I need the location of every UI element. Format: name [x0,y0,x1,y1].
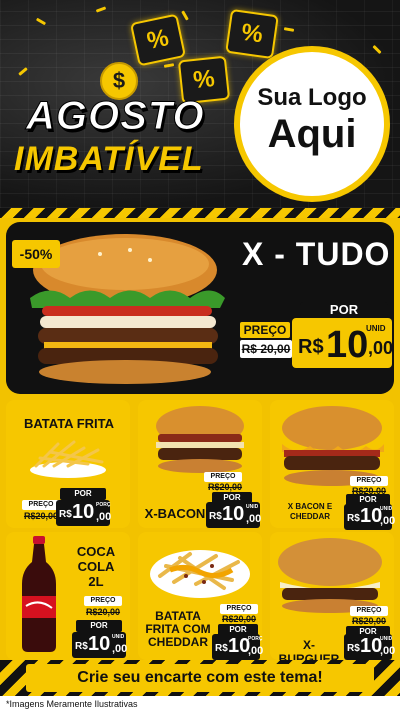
price-unit: UNID [380,636,393,642]
product-name-line: COLA [77,559,115,574]
price-cents: ,00 [246,513,262,525]
title-imbativel: IMBATÍVEL [14,140,204,178]
confetti [18,67,28,76]
confetti [35,17,47,26]
price-unit: PORÇ [248,636,263,642]
product-name-line: 2L [88,574,104,589]
price-cents: ,00 [380,515,396,527]
featured-product-name: X - TUDO [242,236,391,272]
product-price: R$ 10 ,00 UNID [206,502,262,528]
product-name: COCA COLA 2L [72,544,120,589]
price-integer: 10 [360,505,383,527]
price-currency: R$ [215,643,228,654]
percent-icon: % [225,8,279,60]
por-label: POR [76,620,122,632]
por-label: POR [60,488,106,500]
price-unit: UNID [380,506,393,512]
discount-badge: -50% [12,240,60,268]
old-price: R$ 20,00 [240,340,292,358]
preco-label: PREÇO [350,476,388,486]
price-currency: R$ [347,643,360,654]
confetti [95,6,107,13]
preco-label: PREÇO [240,322,290,338]
price-currency: R$ [75,641,88,652]
burger-image [278,538,382,613]
price-currency: R$ [298,336,324,358]
price-currency: R$ [209,511,222,522]
preco-label: PREÇO [22,500,60,510]
price-integer: 10 [360,635,383,657]
product-price: R$ 10 ,00 PORÇ [212,634,264,660]
price-unit: UNID [112,634,125,640]
title-agosto: AGOSTO [26,94,205,139]
confetti [181,10,189,21]
percent-icon: % [129,13,187,67]
preco-label: PREÇO [204,472,242,482]
logo-placeholder[interactable]: Sua Logo Aqui [234,46,390,202]
preco-label: PREÇO [350,606,388,616]
product-name: BATATA FRITA [23,416,114,431]
preco-label: PREÇO [220,604,258,614]
cta-banner[interactable]: Crie seu encarte com este tema! [26,664,374,692]
header-banner: % % % $ AGOSTO IMBATÍVEL Sua Logo Aqui [0,0,400,208]
price-integer: 10 [72,501,95,523]
price-cents: ,00 [96,511,112,523]
logo-text-line2: Aqui [267,112,357,156]
product-name: X-BACON [144,506,206,521]
confetti [372,44,382,55]
price-unit: PORÇ [96,502,111,508]
price-currency: R$ [59,509,72,520]
old-price: R$20,00 [222,614,257,624]
product-name: X BACON E CHEDDAR [278,502,342,522]
product-name-line: COCA [76,544,116,559]
old-price: R$20,00 [208,482,243,492]
old-price: R$20,00 [24,511,59,521]
confetti [163,63,175,68]
confetti [283,27,295,32]
disclaimer-text: *Imagens Meramente Ilustrativas [0,696,400,712]
product-price: R$ 10 ,00 UNID [344,504,396,530]
price-integer: 10 [326,324,369,366]
fries-image [30,440,106,478]
price-integer: 10 [228,635,251,657]
preco-label: PREÇO [84,596,122,606]
product-name-line: CHEDDAR [148,635,208,649]
product-name-line: X BACON E [287,502,333,511]
price-cents: ,00 [368,338,394,358]
price-integer: 10 [88,633,111,655]
cheddar-fries-image [150,550,250,598]
price-cents: ,00 [248,645,264,657]
price-cents: ,00 [380,645,396,657]
product-price: R$ 10 ,00 UNID [344,634,396,660]
product-price: R$ 10 ,00 UNID [72,632,128,658]
por-label: POR [300,302,388,318]
product-name: BATATA FRITA COM CHEDDAR [138,610,218,649]
price-currency: R$ [347,513,360,524]
burger-image [156,406,244,473]
old-price: R$20,00 [352,616,387,626]
old-price: R$20,00 [86,607,121,617]
price-unit: UNID [366,324,386,333]
soda-bottle-image [22,536,56,652]
price-integer: 10 [222,503,245,525]
price-cents: ,00 [112,643,128,655]
product-price: R$ 10 ,00 PORÇ [56,500,112,526]
price-unit: UNID [246,504,259,510]
divider-stripe [0,208,400,218]
featured-price-box: R$ 10 ,00 UNID [292,318,394,368]
logo-text-line1: Sua Logo [257,84,367,111]
product-name-line: CHEDDAR [290,512,330,521]
